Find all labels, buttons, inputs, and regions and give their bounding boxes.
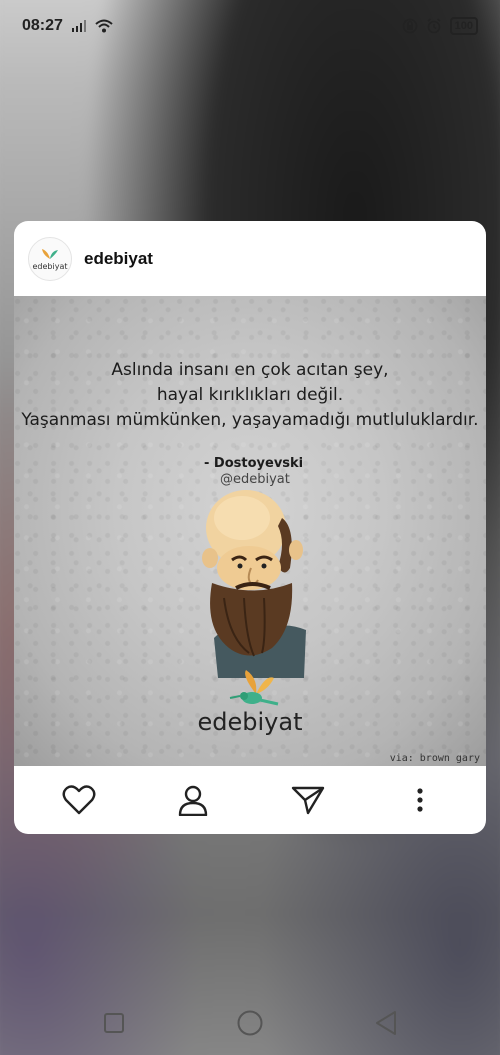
- post-image[interactable]: Aslında insanı en çok acıtan şey, hayal …: [14, 296, 486, 766]
- post-header: edebiyat edebiyat: [14, 221, 486, 296]
- share-button[interactable]: [290, 782, 326, 818]
- system-navigation-bar: [0, 990, 500, 1055]
- quote-handle: @edebiyat: [220, 472, 290, 487]
- square-icon: [104, 1013, 124, 1033]
- post-action-bar: [14, 766, 486, 834]
- quote-text: Aslında insanı en çok acıtan şey, hayal …: [14, 358, 486, 433]
- status-time: 08:27: [22, 17, 63, 34]
- wifi-icon: [95, 19, 113, 33]
- recents-button[interactable]: [99, 1008, 129, 1038]
- like-button[interactable]: [61, 782, 97, 818]
- triangle-back-icon: [376, 1011, 396, 1035]
- more-vertical-icon: [417, 788, 423, 812]
- brand-text: edebiyat: [197, 708, 303, 736]
- more-options-button[interactable]: [402, 782, 438, 818]
- heart-icon: [62, 785, 96, 815]
- status-bar: 08:27 100: [0, 0, 500, 52]
- image-credit: via: brown gary: [389, 753, 480, 764]
- battery-indicator: 100: [449, 17, 478, 35]
- signal-icon: [71, 20, 86, 32]
- account-name[interactable]: edebiyat: [84, 249, 153, 269]
- avatar[interactable]: edebiyat: [28, 236, 72, 281]
- home-button[interactable]: [235, 1008, 265, 1038]
- quote-line: hayal kırıklıkları değil.: [156, 385, 344, 405]
- hummingbird-logo-icon: [229, 670, 279, 706]
- quote-line: Yaşanması mümkünken, yaşayamadığı mutlul…: [21, 410, 479, 430]
- post-card: edebiyat edebiyat Aslında insanı en çok …: [14, 221, 486, 834]
- send-icon: [291, 786, 325, 815]
- circle-icon: [237, 1010, 263, 1036]
- quote-author: - Dostoyevski: [204, 456, 304, 471]
- avatar-logo-text: edebiyat: [32, 261, 68, 271]
- back-button[interactable]: [371, 1008, 401, 1038]
- quote-line: Aslında insanı en çok acıtan şey,: [111, 360, 389, 380]
- brand-logo-icon: [42, 248, 58, 259]
- lock-rotation-icon: [402, 18, 417, 34]
- person-icon: [178, 785, 208, 816]
- dostoyevski-caricature: [202, 490, 306, 678]
- profile-button[interactable]: [175, 782, 211, 818]
- alarm-icon: [427, 18, 441, 34]
